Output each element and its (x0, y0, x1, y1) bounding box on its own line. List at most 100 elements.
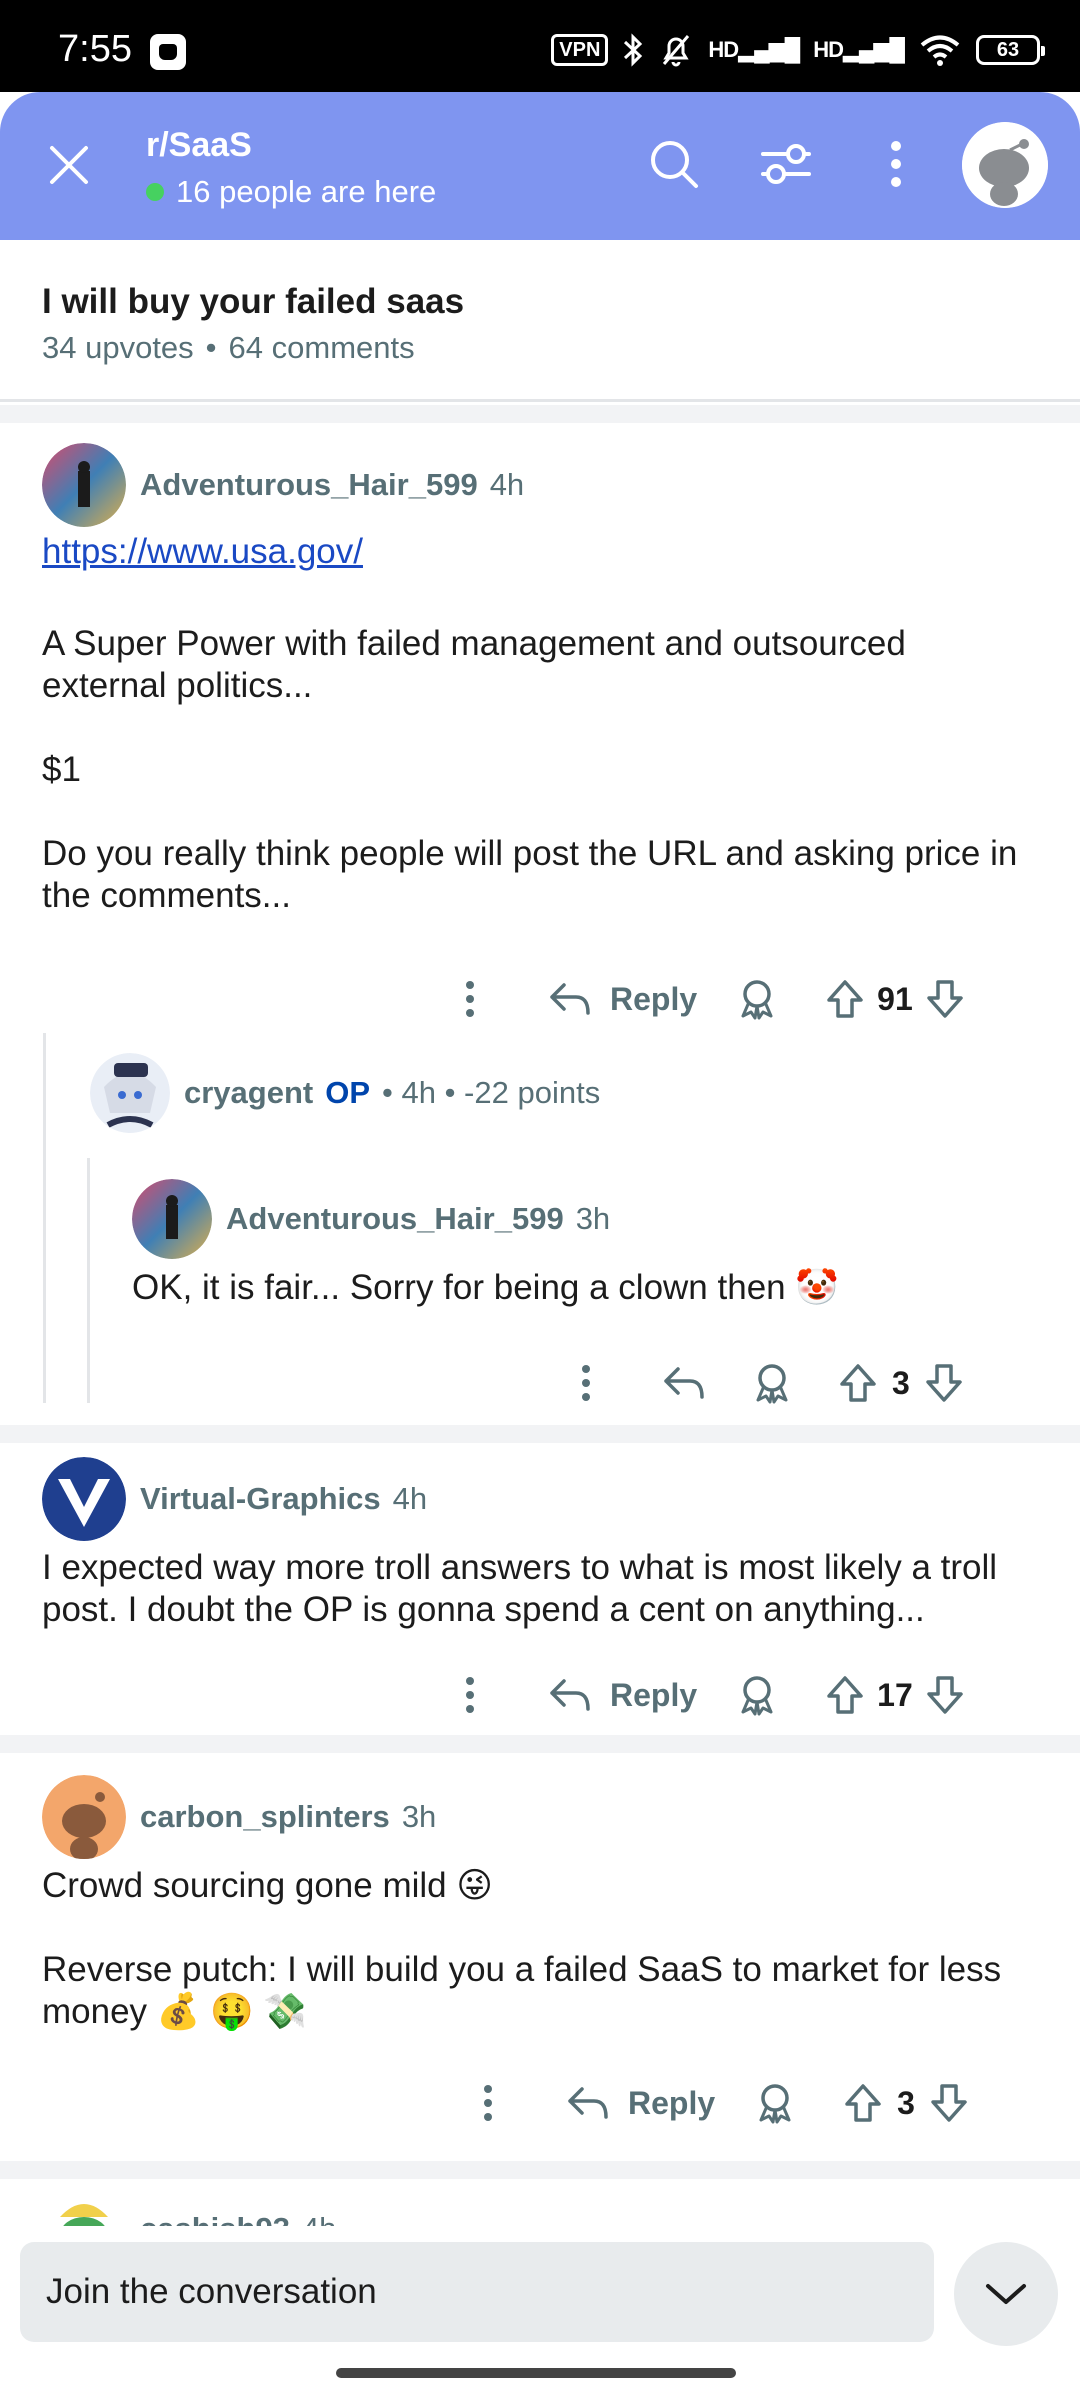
comment-header: Virtual-Graphics 4h (42, 1457, 427, 1541)
reply-icon[interactable] (662, 1351, 706, 1415)
score: 3 (897, 2084, 915, 2121)
upvote-icon[interactable] (825, 967, 865, 1031)
comment-paragraph: Reverse putch: I will build you a failed… (42, 1950, 1002, 2031)
reply-icon (568, 2087, 608, 2119)
downvote-icon[interactable] (925, 967, 965, 1031)
more-options-icon[interactable] (864, 132, 928, 196)
join-conversation-input[interactable]: Join the conversation (20, 2242, 934, 2342)
comment-link[interactable]: https://www.usa.gov/ (42, 532, 363, 571)
presence-text: 16 people are here (176, 174, 437, 209)
separator: • (205, 330, 217, 365)
status-time: 7:55 (58, 28, 132, 70)
status-icons: VPN HD▂▄▆█ HD▂▄▆█ 63 (551, 30, 1045, 70)
avatar[interactable] (42, 443, 126, 527)
comment-paragraph: A Super Power with failed management and… (42, 624, 906, 705)
comment-author[interactable]: Adventurous_Hair_599 (226, 1201, 564, 1237)
chevron-down-icon (986, 2284, 1026, 2304)
home-indicator[interactable] (336, 2368, 736, 2378)
reply-label: Reply (610, 980, 698, 1017)
downvote-icon[interactable] (924, 1351, 964, 1415)
comment-body: OK, it is fair... Sorry for being a clow… (132, 1268, 839, 1307)
more-icon[interactable] (458, 2071, 518, 2135)
more-icon[interactable] (556, 1351, 616, 1415)
comment-paragraph: Crowd sourcing gone mild 😜 (42, 1866, 493, 1905)
comment-author[interactable]: Virtual-Graphics (140, 1481, 381, 1517)
downvote-icon[interactable] (929, 2071, 969, 2135)
comment-actions: Reply 3 (458, 2071, 969, 2135)
reply-button[interactable]: Reply (566, 2071, 715, 2135)
comment-age: 4h (302, 2211, 336, 2226)
more-icon[interactable] (440, 967, 500, 1031)
comment-age: 4h (489, 467, 525, 502)
signal-1-icon: HD▂▄▆█ (708, 37, 800, 62)
award-icon[interactable] (737, 967, 777, 1031)
reply-label: Reply (610, 1676, 698, 1713)
comment-meta: • 4h • -22 points (382, 1075, 601, 1110)
divider (0, 405, 1080, 423)
signal-2-icon: HD▂▄▆█ (813, 37, 905, 62)
more-icon[interactable] (440, 1663, 500, 1727)
post-summary: I will buy your failed saas 34 upvotes • 6… (0, 240, 1080, 402)
status-bar: 7:55 VPN HD▂▄▆█ HD▂▄▆█ 63 (0, 0, 1080, 92)
comment-body: https://www.usa.gov/ A Super Power with … (42, 531, 1038, 959)
divider (0, 1735, 1080, 1753)
close-icon[interactable] (46, 142, 92, 188)
award-icon[interactable] (752, 1351, 792, 1415)
comment-header: cashish93 4h (42, 2187, 336, 2226)
score: 91 (877, 980, 913, 1017)
reply-button[interactable]: Reply (548, 1663, 697, 1727)
post-meta: 34 upvotes • 64 comments (42, 330, 415, 366)
wifi-icon (920, 35, 960, 66)
comment-age: 3h (401, 1799, 437, 1834)
comment-actions: Reply 91 (440, 967, 965, 1031)
avatar[interactable] (90, 1053, 170, 1133)
vpn-icon: VPN (551, 34, 609, 66)
comment-header: Adventurous_Hair_599 3h (132, 1179, 610, 1259)
online-dot-icon (146, 183, 164, 201)
reply-icon (550, 983, 590, 1015)
comment-thread: cashish93 4h (0, 2179, 1080, 2226)
comment-author[interactable]: Adventurous_Hair_599 (140, 467, 478, 503)
post-title[interactable]: I will buy your failed saas (42, 282, 464, 322)
filter-icon[interactable] (754, 132, 818, 196)
comment-author[interactable]: carbon_splinters (140, 1799, 390, 1835)
comment-body: Crowd sourcing gone mild 😜 Reverse putch… (42, 1865, 1052, 2075)
comment-header: cryagent OP • 4h • -22 points (90, 1053, 600, 1133)
presence-indicator: 16 people are here (146, 174, 436, 210)
comment-header: Adventurous_Hair_599 4h (42, 443, 524, 527)
award-icon[interactable] (737, 1663, 777, 1727)
comment-actions: 3 (556, 1351, 964, 1415)
upvote-icon[interactable] (838, 1351, 878, 1415)
comment-age: 4h (392, 1481, 428, 1516)
comment-author[interactable]: cashish93 (140, 2211, 290, 2226)
comment-thread: Virtual-Graphics 4h I expected way more … (0, 1443, 1080, 1735)
comment-paragraph: $1 (42, 750, 81, 789)
upvote-icon[interactable] (825, 1663, 865, 1727)
bluetooth-icon (624, 33, 643, 67)
comment-paragraph: Do you really think people will post the… (42, 834, 1018, 915)
search-icon[interactable] (642, 132, 706, 196)
user-avatar[interactable] (962, 122, 1048, 208)
comment-header: carbon_splinters 3h (42, 1775, 436, 1859)
divider (0, 1425, 1080, 1443)
avatar[interactable] (132, 1179, 212, 1259)
collapse-button[interactable] (954, 2242, 1058, 2346)
downvote-icon[interactable] (925, 1663, 965, 1727)
reply-icon (550, 1679, 590, 1711)
reply-button[interactable]: Reply (548, 967, 697, 1031)
comment-count: 64 comments (228, 330, 415, 365)
thread-line (43, 1033, 46, 1403)
battery-icon: 63 (976, 35, 1045, 65)
avatar[interactable] (42, 1457, 126, 1541)
score: 17 (877, 1676, 913, 1713)
op-badge: OP (325, 1075, 371, 1110)
comment-thread: Adventurous_Hair_599 4h https://www.usa.… (0, 423, 1080, 1425)
comment-age: 3h (575, 1201, 611, 1236)
subreddit-name[interactable]: r/SaaS (146, 126, 252, 165)
score: 3 (892, 1364, 910, 1401)
upvote-icon[interactable] (843, 2071, 883, 2135)
comment-author[interactable]: cryagent (184, 1075, 313, 1111)
avatar[interactable] (42, 1775, 126, 1859)
avatar[interactable] (42, 2187, 126, 2226)
award-icon[interactable] (755, 2071, 795, 2135)
